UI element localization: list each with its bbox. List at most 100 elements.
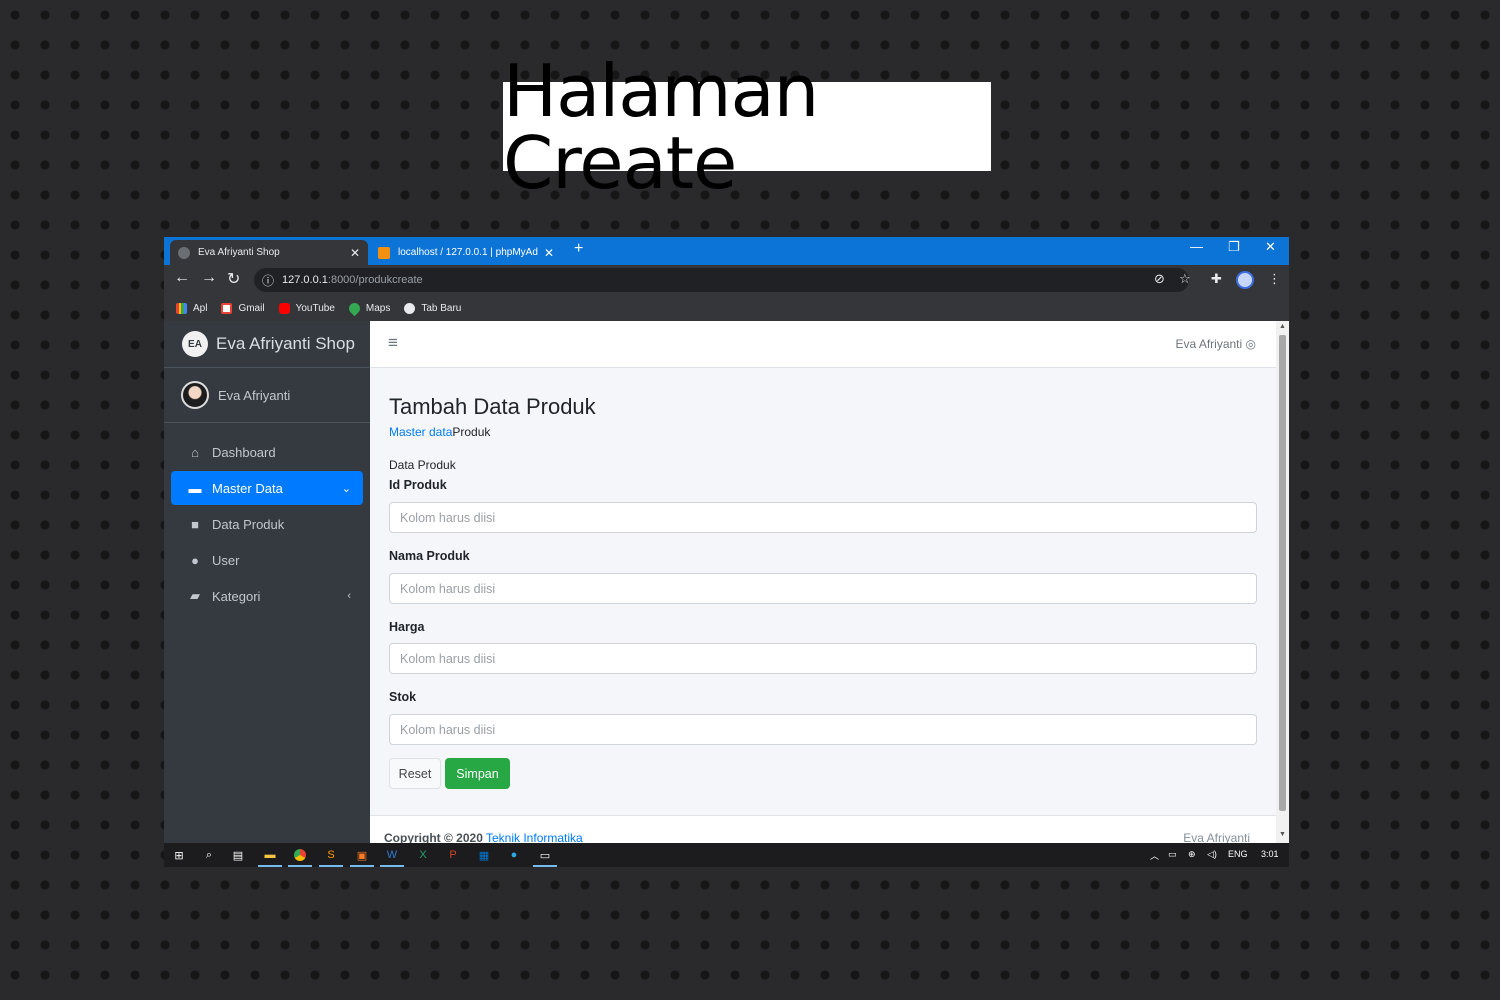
- globe-icon[interactable]: ⊕: [1188, 849, 1196, 860]
- store-icon[interactable]: ▦: [476, 847, 492, 863]
- edge-icon[interactable]: ●: [506, 847, 522, 863]
- footer-right: Eva Afriyanti: [1183, 831, 1250, 843]
- tab-phpmyadmin[interactable]: localhost / 127.0.0.1 | phpMyAdmin ✕: [370, 240, 562, 265]
- stok-input[interactable]: [389, 714, 1257, 745]
- sidebar-item-label: User: [212, 552, 240, 568]
- scroll-thumb[interactable]: [1279, 335, 1286, 811]
- bookmark-label: Maps: [365, 302, 391, 314]
- search-icon[interactable]: ⌕: [201, 847, 217, 863]
- web-page: EA Eva Afriyanti Shop Eva Afriyanti ⌂ Da…: [164, 321, 1289, 843]
- slide-title-box: Halaman Create: [503, 55, 991, 199]
- nama-produk-input[interactable]: [389, 573, 1257, 604]
- sidebar-item-data-produk[interactable]: ■ Data Produk: [171, 507, 363, 541]
- excel-icon[interactable]: X: [415, 847, 431, 863]
- label-nama-produk: Nama Produk: [389, 549, 470, 563]
- active-indicator: [380, 865, 404, 867]
- hamburger-icon[interactable]: ≡: [388, 333, 398, 353]
- bookmark-gmail[interactable]: Gmail: [221, 302, 265, 314]
- volume-icon[interactable]: ◁): [1207, 849, 1217, 860]
- active-indicator: [319, 865, 343, 867]
- user-panel[interactable]: Eva Afriyanti: [164, 368, 370, 423]
- sublime-icon[interactable]: S: [323, 847, 339, 863]
- brand-link[interactable]: EA Eva Afriyanti Shop: [164, 321, 370, 368]
- url-host: 127.0.0.1: [282, 274, 328, 286]
- label-harga: Harga: [389, 620, 425, 634]
- network-icon[interactable]: ▭: [1168, 849, 1177, 860]
- star-icon[interactable]: ☆: [1179, 271, 1191, 287]
- harga-input[interactable]: [389, 643, 1257, 674]
- browser-toolbar: ← → ↻ ⓘ 127.0.0.1:8000/produkcreate ⊘ ☆ …: [164, 265, 1289, 295]
- language-indicator[interactable]: ENG: [1228, 849, 1248, 859]
- footer-copyright: Copyright © 2020 Teknik Informatika: [384, 831, 583, 843]
- bookmarks-bar: Apl Gmail YouTube Maps Tab Baru: [164, 295, 1289, 321]
- windows-start-icon[interactable]: ⊞: [171, 847, 187, 863]
- sidebar-item-label: Dashboard: [212, 444, 276, 460]
- terminal-icon[interactable]: ▭: [537, 847, 553, 863]
- extensions-icon[interactable]: ✚: [1211, 271, 1222, 287]
- sidebar-item-label: Master Data: [212, 480, 283, 496]
- chevron-down-icon: ⌄: [341, 482, 351, 495]
- scroll-up-icon[interactable]: ▲: [1279, 323, 1286, 330]
- footer: Copyright © 2020 Teknik Informatika Eva …: [370, 815, 1276, 843]
- scrollbar[interactable]: ▲ ▼: [1276, 321, 1289, 843]
- chevron-up-icon[interactable]: ︿: [1150, 849, 1159, 862]
- window-close-icon[interactable]: ✕: [1265, 239, 1276, 255]
- breadcrumb-link-master-data[interactable]: Master data: [389, 425, 452, 439]
- task-view-icon[interactable]: ▤: [230, 847, 246, 863]
- tab-eva-afriyanti-shop[interactable]: Eva Afriyanti Shop ✕: [170, 240, 368, 265]
- info-icon[interactable]: ⓘ: [262, 272, 274, 289]
- restore-icon[interactable]: ❐: [1228, 239, 1240, 255]
- globe-icon: [404, 302, 416, 314]
- save-button[interactable]: Simpan: [445, 758, 510, 789]
- page-title: Tambah Data Produk: [389, 394, 596, 419]
- minimize-icon[interactable]: —: [1190, 239, 1203, 254]
- eye-off-icon[interactable]: ⊘: [1154, 271, 1165, 287]
- address-bar[interactable]: ⓘ 127.0.0.1:8000/produkcreate: [254, 268, 1189, 292]
- chrome-icon[interactable]: [292, 847, 308, 863]
- url-path: :8000/produkcreate: [327, 274, 423, 286]
- profile-avatar[interactable]: [1236, 271, 1254, 289]
- scroll-down-icon[interactable]: ▼: [1279, 831, 1286, 838]
- avatar: [181, 381, 209, 409]
- sidebar-item-kategori[interactable]: ▰ Kategori ‹: [171, 579, 363, 613]
- tab-title: localhost / 127.0.0.1 | phpMyAdmin: [398, 247, 538, 258]
- menu-kebab-icon[interactable]: ⋮: [1268, 271, 1281, 287]
- word-icon[interactable]: W: [384, 847, 400, 863]
- bookmark-maps[interactable]: Maps: [346, 300, 391, 316]
- breadcrumb-current: Produk: [452, 425, 491, 439]
- tab-title: Eva Afriyanti Shop: [198, 247, 280, 258]
- sidebar-item-user[interactable]: ● User: [171, 543, 363, 577]
- powerpoint-icon[interactable]: P: [445, 847, 461, 863]
- bookmark-youtube[interactable]: YouTube: [278, 302, 335, 314]
- close-icon[interactable]: ✕: [544, 246, 554, 260]
- sidebar-item-dashboard[interactable]: ⌂ Dashboard: [171, 435, 363, 469]
- reset-button[interactable]: Reset: [389, 758, 441, 789]
- footer-org-link[interactable]: Teknik Informatika: [486, 831, 583, 843]
- active-indicator: [533, 865, 557, 867]
- sidebar-menu: ⌂ Dashboard ▬ Master Data ⌄ ■ Data Produ…: [164, 423, 370, 613]
- tab-strip: Eva Afriyanti Shop ✕ localhost / 127.0.0…: [164, 237, 1289, 265]
- xampp-icon[interactable]: ▣: [354, 847, 370, 863]
- breadcrumb: Master dataProduk: [389, 425, 490, 439]
- brand-logo: EA: [182, 331, 208, 357]
- back-icon[interactable]: ←: [174, 269, 190, 287]
- sidebar-item-label: Data Produk: [212, 516, 285, 532]
- new-tab-icon[interactable]: +: [574, 240, 583, 258]
- active-indicator: [350, 865, 374, 867]
- bookmark-tab-baru[interactable]: Tab Baru: [404, 302, 461, 314]
- id-produk-input[interactable]: [389, 502, 1257, 533]
- sidebar: EA Eva Afriyanti Shop Eva Afriyanti ⌂ Da…: [164, 321, 370, 843]
- navbar-user[interactable]: Eva Afriyanti ◎: [1175, 337, 1256, 351]
- file-explorer-icon[interactable]: ▬: [262, 847, 278, 863]
- slide-title: Halaman Create: [503, 48, 819, 205]
- bookmark-apl[interactable]: Apl: [176, 302, 207, 314]
- phpmyadmin-icon: [378, 246, 390, 259]
- close-icon[interactable]: ✕: [350, 246, 360, 260]
- sidebar-item-master-data[interactable]: ▬ Master Data ⌄: [171, 471, 363, 505]
- shopping-bag-icon: ■: [191, 516, 199, 532]
- user-circle-icon: ◎: [1245, 337, 1256, 351]
- reload-icon[interactable]: ↻: [227, 269, 240, 289]
- apps-grid-icon: [176, 302, 187, 314]
- clock[interactable]: 3:01: [1261, 849, 1279, 859]
- forward-icon[interactable]: →: [201, 269, 217, 287]
